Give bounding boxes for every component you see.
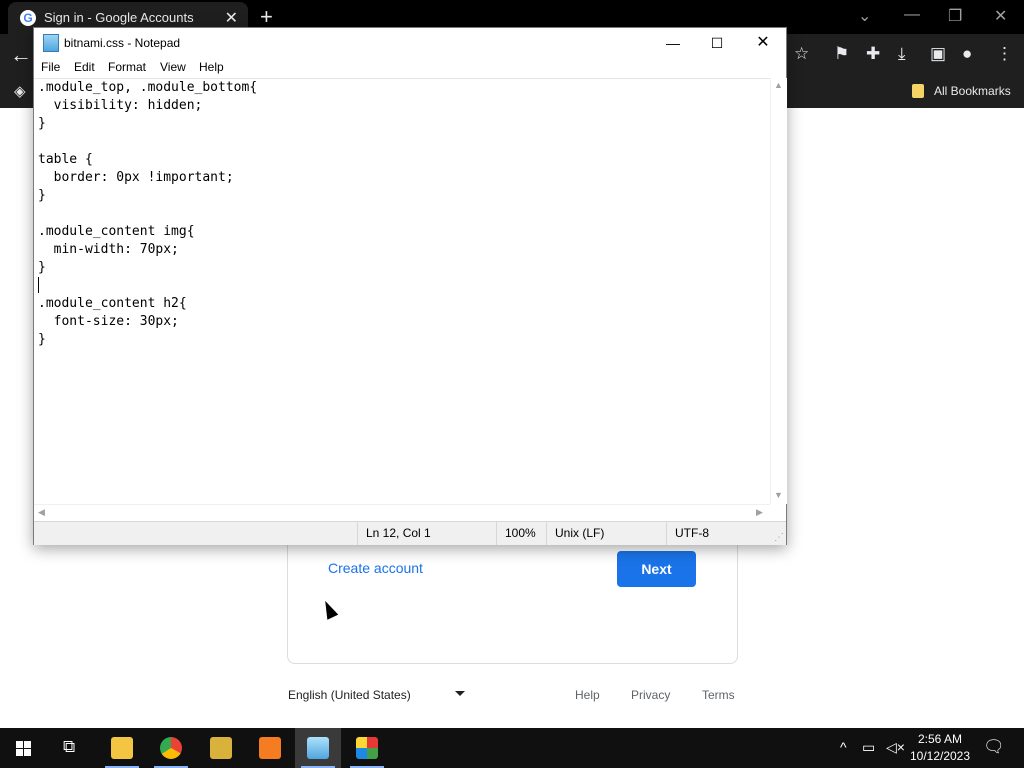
tab-close-icon[interactable]: ✕ <box>225 8 238 28</box>
back-arrow-icon[interactable]: ← <box>10 42 32 68</box>
menu-edit[interactable]: Edit <box>74 60 95 74</box>
notifications-icon[interactable]: 🗨 <box>983 737 1005 757</box>
close-window-icon[interactable]: ✕ <box>994 6 1007 26</box>
tab-title: Sign in - Google Accounts <box>44 10 194 25</box>
network-icon[interactable]: ▭ <box>862 739 875 756</box>
flag-icon[interactable]: ⚑ <box>834 44 849 64</box>
start-button[interactable] <box>0 728 48 768</box>
menu-bar: File Edit Format View Help <box>34 58 786 78</box>
next-button[interactable]: Next <box>617 551 696 587</box>
paint-icon <box>356 737 378 759</box>
help-link[interactable]: Help <box>575 688 600 702</box>
line-ending: Unix (LF) <box>546 522 604 545</box>
dropdown-arrow-icon[interactable] <box>455 691 465 696</box>
extension-bookmark-icon[interactable]: ◈ <box>14 82 26 100</box>
menu-file[interactable]: File <box>41 60 60 74</box>
scroll-right-icon[interactable]: ▶ <box>756 507 763 518</box>
scroll-left-icon[interactable]: ◀ <box>38 507 45 518</box>
xampp-icon <box>259 737 281 759</box>
status-bar: Ln 12, Col 1 100% Unix (LF) UTF-8 ⋰ <box>34 521 786 545</box>
taskbar-hornet[interactable] <box>198 728 244 768</box>
notepad-window: bitnami.css - Notepad — ☐ ✕ File Edit Fo… <box>33 27 787 545</box>
folder-icon <box>912 84 924 98</box>
taskbar-file-explorer[interactable] <box>99 728 145 768</box>
text-caret <box>38 277 39 293</box>
close-button[interactable]: ✕ <box>740 31 786 55</box>
download-icon[interactable]: ⤓ <box>898 44 906 64</box>
task-view-icon[interactable]: ⧉ <box>63 737 75 757</box>
restore-icon[interactable]: ❐ <box>948 6 962 26</box>
more-menu-icon[interactable]: ⋮ <box>996 44 1013 64</box>
zoom-level: 100% <box>496 522 536 545</box>
notepad-titlebar[interactable]: bitnami.css - Notepad — ☐ ✕ <box>34 28 786 58</box>
taskbar: ⧉ ^ ▭ ◁× 2:56 AM 10/12/2023 🗨 <box>0 728 1024 768</box>
scroll-down-icon[interactable]: ▼ <box>774 490 783 500</box>
notepad-app-icon <box>43 34 59 52</box>
bookmark-star-icon[interactable]: ☆ <box>794 44 809 64</box>
volume-muted-icon[interactable]: ◁× <box>886 739 905 756</box>
cursor-position: Ln 12, Col 1 <box>357 522 431 545</box>
horizontal-scrollbar[interactable]: ◀ ▶ <box>34 504 770 521</box>
taskbar-notepad[interactable] <box>295 728 341 768</box>
minimize-icon[interactable]: — <box>904 6 920 24</box>
hornet-icon <box>210 737 232 759</box>
encoding: UTF-8 <box>666 522 709 545</box>
language-select[interactable]: English (United States) <box>288 688 411 702</box>
maximize-button[interactable]: ☐ <box>694 31 740 55</box>
notepad-icon <box>307 737 329 759</box>
menu-format[interactable]: Format <box>108 60 146 74</box>
taskbar-xampp[interactable] <box>247 728 293 768</box>
create-account-link[interactable]: Create account <box>328 560 423 576</box>
scroll-up-icon[interactable]: ▲ <box>774 80 783 90</box>
file-content[interactable]: .module_top, .module_bottom{ visibility:… <box>38 79 257 349</box>
minimize-button[interactable]: — <box>650 31 696 55</box>
chrome-icon <box>160 737 182 759</box>
file-explorer-icon <box>111 737 133 759</box>
privacy-link[interactable]: Privacy <box>631 688 670 702</box>
show-hidden-icons-icon[interactable]: ^ <box>840 739 847 755</box>
taskbar-paint[interactable] <box>344 728 390 768</box>
terms-link[interactable]: Terms <box>702 688 735 702</box>
window-title: bitnami.css - Notepad <box>64 36 181 50</box>
google-favicon-icon: G <box>20 10 36 26</box>
clock-time[interactable]: 2:56 AM <box>912 732 968 746</box>
resize-grip-icon[interactable]: ⋰ <box>774 532 784 543</box>
all-bookmarks-link[interactable]: All Bookmarks <box>934 84 1011 98</box>
menu-help[interactable]: Help <box>199 60 224 74</box>
profile-avatar-icon[interactable]: ● <box>962 44 972 64</box>
side-panel-icon[interactable]: ▣ <box>930 44 946 64</box>
extensions-icon[interactable]: ✚ <box>866 44 880 64</box>
clock-date[interactable]: 10/12/2023 <box>908 749 972 763</box>
taskbar-chrome[interactable] <box>148 728 194 768</box>
menu-view[interactable]: View <box>160 60 186 74</box>
vertical-scrollbar[interactable]: ▲ ▼ <box>770 78 787 504</box>
tab-search-icon[interactable]: ⌄ <box>858 6 871 26</box>
text-editor[interactable]: .module_top, .module_bottom{ visibility:… <box>34 78 770 505</box>
windows-logo-icon <box>16 741 23 748</box>
